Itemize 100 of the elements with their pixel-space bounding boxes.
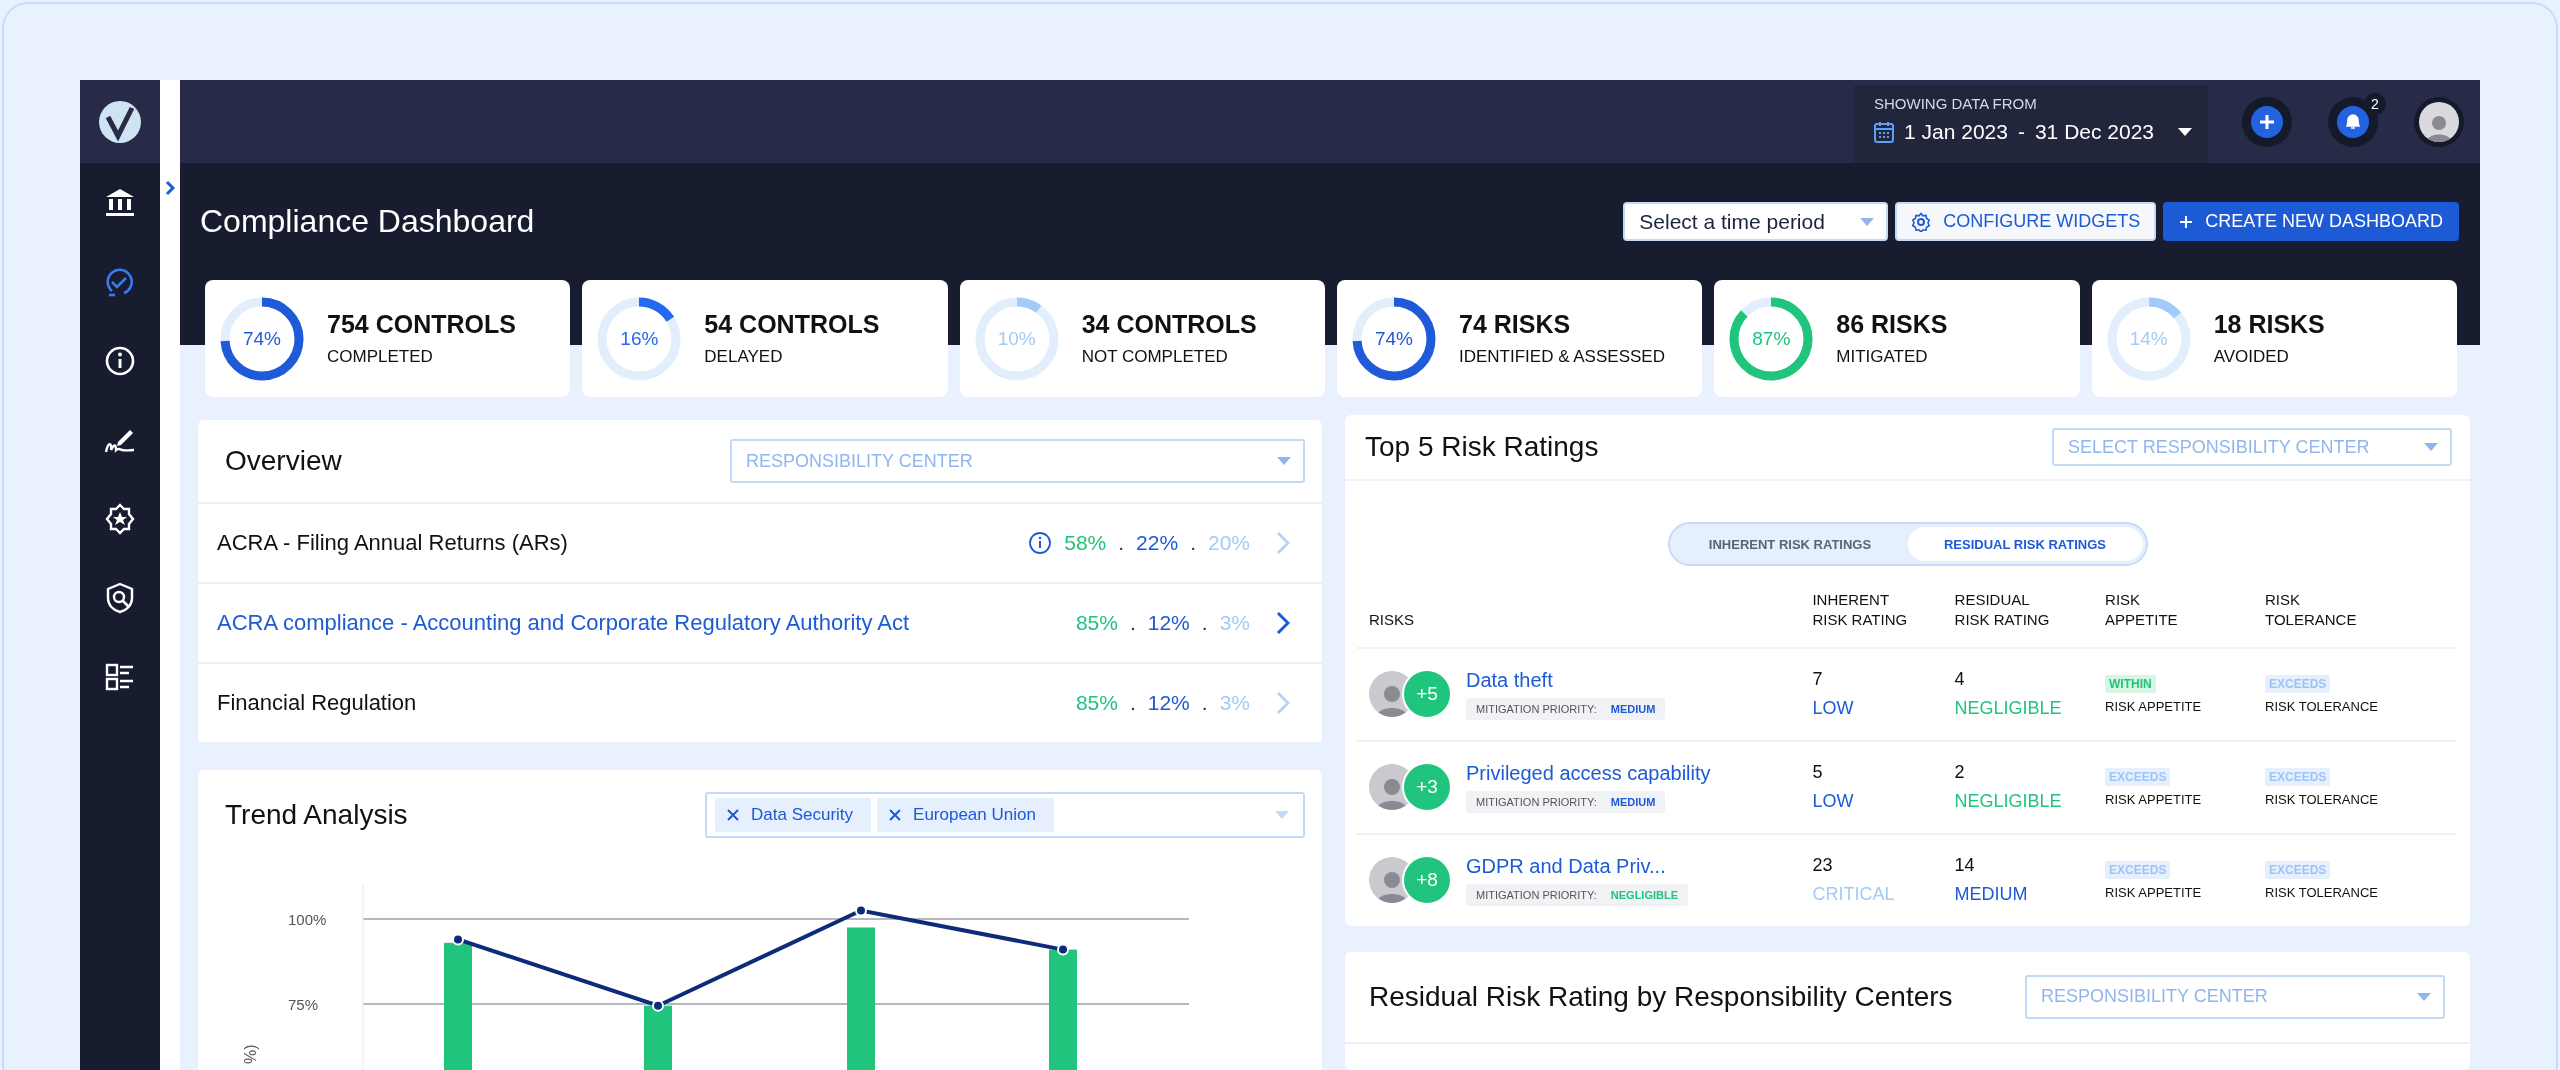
logo-icon <box>98 99 142 144</box>
bell-icon[interactable] <box>2344 112 2362 131</box>
column-header: RESIDUAL RISK RATING <box>1954 591 2050 629</box>
date-separator: - <box>2017 120 2025 144</box>
percent-label: 10% <box>997 327 1036 350</box>
notification-badge: 2 <box>2364 92 2386 115</box>
risk-name[interactable]: GDPR and Data Priv... <box>1466 854 1689 878</box>
y-tick-label: 100% <box>288 911 327 928</box>
percent-label: 16% <box>620 327 659 350</box>
kpi-value: 86 RISKS <box>1836 310 1948 339</box>
create-dashboard-button[interactable]: CREATE NEW DASHBOARD <box>2163 202 2459 241</box>
rating: NEGLIGIBLE <box>1954 791 2063 812</box>
add-button[interactable] <box>2242 96 2292 147</box>
status-label: RISK APPETITE <box>2105 791 2203 807</box>
score: 5 <box>1812 762 1824 783</box>
caret-icon <box>2424 443 2438 451</box>
rating: LOW <box>1812 698 1855 719</box>
caret-icon <box>1277 457 1291 465</box>
rating: LOW <box>1812 791 1855 812</box>
separator-dot: . <box>1129 691 1136 715</box>
filter-tag[interactable]: European Union <box>877 797 1054 832</box>
filter-tag[interactable]: Data Security <box>715 797 872 832</box>
settings-icon <box>1911 211 1932 232</box>
compliance-item[interactable]: ACRA - Filing Annual Returns (ARs) <box>217 530 1017 556</box>
percent-label: 74% <box>1374 327 1413 350</box>
caret-icon <box>2417 992 2431 1001</box>
date-label: SHOWING DATA FROM <box>1874 95 2038 112</box>
more-count: +5 <box>1402 669 1452 719</box>
not-completed-percent: 20% <box>1207 531 1250 555</box>
kpi-label: MITIGATED <box>1836 347 1929 367</box>
close-icon[interactable] <box>727 808 739 821</box>
score: 4 <box>1954 669 1966 690</box>
separator-dot: . <box>1190 531 1196 555</box>
start-date: 1 Jan 2023 <box>1904 120 2008 144</box>
separator-dot: . <box>1201 611 1208 635</box>
completed-percent: 58% <box>1064 531 1107 555</box>
configure-widgets-button[interactable]: CONFIGURE WIDGETS <box>1895 202 2157 241</box>
score: 7 <box>1812 669 1824 690</box>
separator-dot: . <box>1201 691 1208 715</box>
column-header: INHERENT RISK RATING <box>1812 591 1908 629</box>
separator-dot: . <box>1118 531 1125 555</box>
rating: MEDIUM <box>1954 884 2029 905</box>
status-tag: WITHIN <box>2105 674 2156 693</box>
kpi-label: IDENTIFIED & ASSESSED <box>1459 347 1665 367</box>
compliance-item[interactable]: Financial Regulation <box>217 690 1064 716</box>
priority-tag: MITIGATION PRIORITY: NEGLIGIBLE <box>1466 883 1689 906</box>
responsibility-center-select[interactable]: SELECT RESPONSIBILITY CENTER <box>2052 428 2452 466</box>
percent-label: 87% <box>1752 327 1791 350</box>
column-header: RISKS <box>1369 611 1414 629</box>
chevron-right-icon[interactable] <box>1276 611 1290 635</box>
user-avatar[interactable] <box>2419 101 2459 142</box>
status-label: RISK APPETITE <box>2105 884 2203 900</box>
responsibility-center-select[interactable]: RESPONSIBILITY CENTER <box>730 439 1305 483</box>
date-range-picker[interactable]: SHOWING DATA FROM 1 Jan 2023 - 31 Dec 2023 <box>1854 85 2208 163</box>
kpi-label: COMPLETED <box>327 347 434 367</box>
percent-label: 14% <box>2129 327 2168 350</box>
score: 23 <box>1812 855 1834 876</box>
priority-tag: MITIGATION PRIORITY: MEDIUM <box>1466 790 1666 813</box>
completed-percent: 85% <box>1075 611 1118 635</box>
responsibility-center-select[interactable]: RESPONSIBILITY CENTER <box>2025 974 2445 1019</box>
kpi-label: DELAYED <box>704 347 784 367</box>
caret-icon <box>1275 810 1289 819</box>
more-count: +3 <box>1402 762 1452 812</box>
close-icon[interactable] <box>889 808 902 821</box>
plus-icon <box>2259 113 2275 130</box>
not-completed-percent: 3% <box>1219 611 1250 635</box>
status-tag: EXCEEDS <box>2265 767 2331 786</box>
more-count: +8 <box>1402 855 1452 905</box>
status-tag: EXCEEDS <box>2105 860 2171 879</box>
rating: CRITICAL <box>1812 884 1896 905</box>
risk-name[interactable]: Privileged access capability <box>1466 761 1711 785</box>
status-tag: EXCEEDS <box>2265 860 2331 879</box>
panel-title: Overview <box>225 445 342 477</box>
info-icon[interactable] <box>1028 531 1053 555</box>
compliance-item[interactable]: ACRA compliance - Accounting and Corporate Regulatory Authority Act <box>217 610 1064 636</box>
chevron-right-icon[interactable] <box>165 180 175 196</box>
bar <box>644 1005 672 1070</box>
kpi-value: 34 CONTROLS <box>1081 310 1257 339</box>
score: 2 <box>1954 762 1966 783</box>
risk-name[interactable]: Data theft <box>1466 668 1666 692</box>
kpi-value: 74 RISKS <box>1459 310 1572 339</box>
delayed-percent: 22% <box>1136 531 1179 555</box>
status-label: RISK APPETITE <box>2105 698 2203 714</box>
caret-icon <box>2178 128 2192 136</box>
calendar-icon <box>1874 121 1894 143</box>
plus-icon <box>2179 214 2194 229</box>
delayed-percent: 12% <box>1147 611 1190 635</box>
panel-title: Trend Analysis <box>225 798 408 831</box>
status-label: RISK TOLERANCE <box>2265 698 2379 714</box>
y-axis-label: %) <box>242 1044 259 1064</box>
kpi-label: NOT COMPLETED <box>1081 347 1229 367</box>
toggle-option[interactable]: RESIDUAL RISK RATINGS <box>1907 527 2143 561</box>
time-period-select[interactable]: Select a time period <box>1623 202 1889 241</box>
tag-select[interactable]: Data Security European Union <box>705 791 1305 838</box>
score: 14 <box>1954 855 1976 876</box>
column-header: RISK TOLERANCE <box>2265 591 2357 629</box>
separator-dot: . <box>1129 611 1136 635</box>
toggle-option[interactable]: INHERENT RISK RATINGS <box>1672 527 1908 561</box>
status-label: RISK TOLERANCE <box>2265 884 2379 900</box>
priority-tag: MITIGATION PRIORITY: MEDIUM <box>1466 697 1666 720</box>
